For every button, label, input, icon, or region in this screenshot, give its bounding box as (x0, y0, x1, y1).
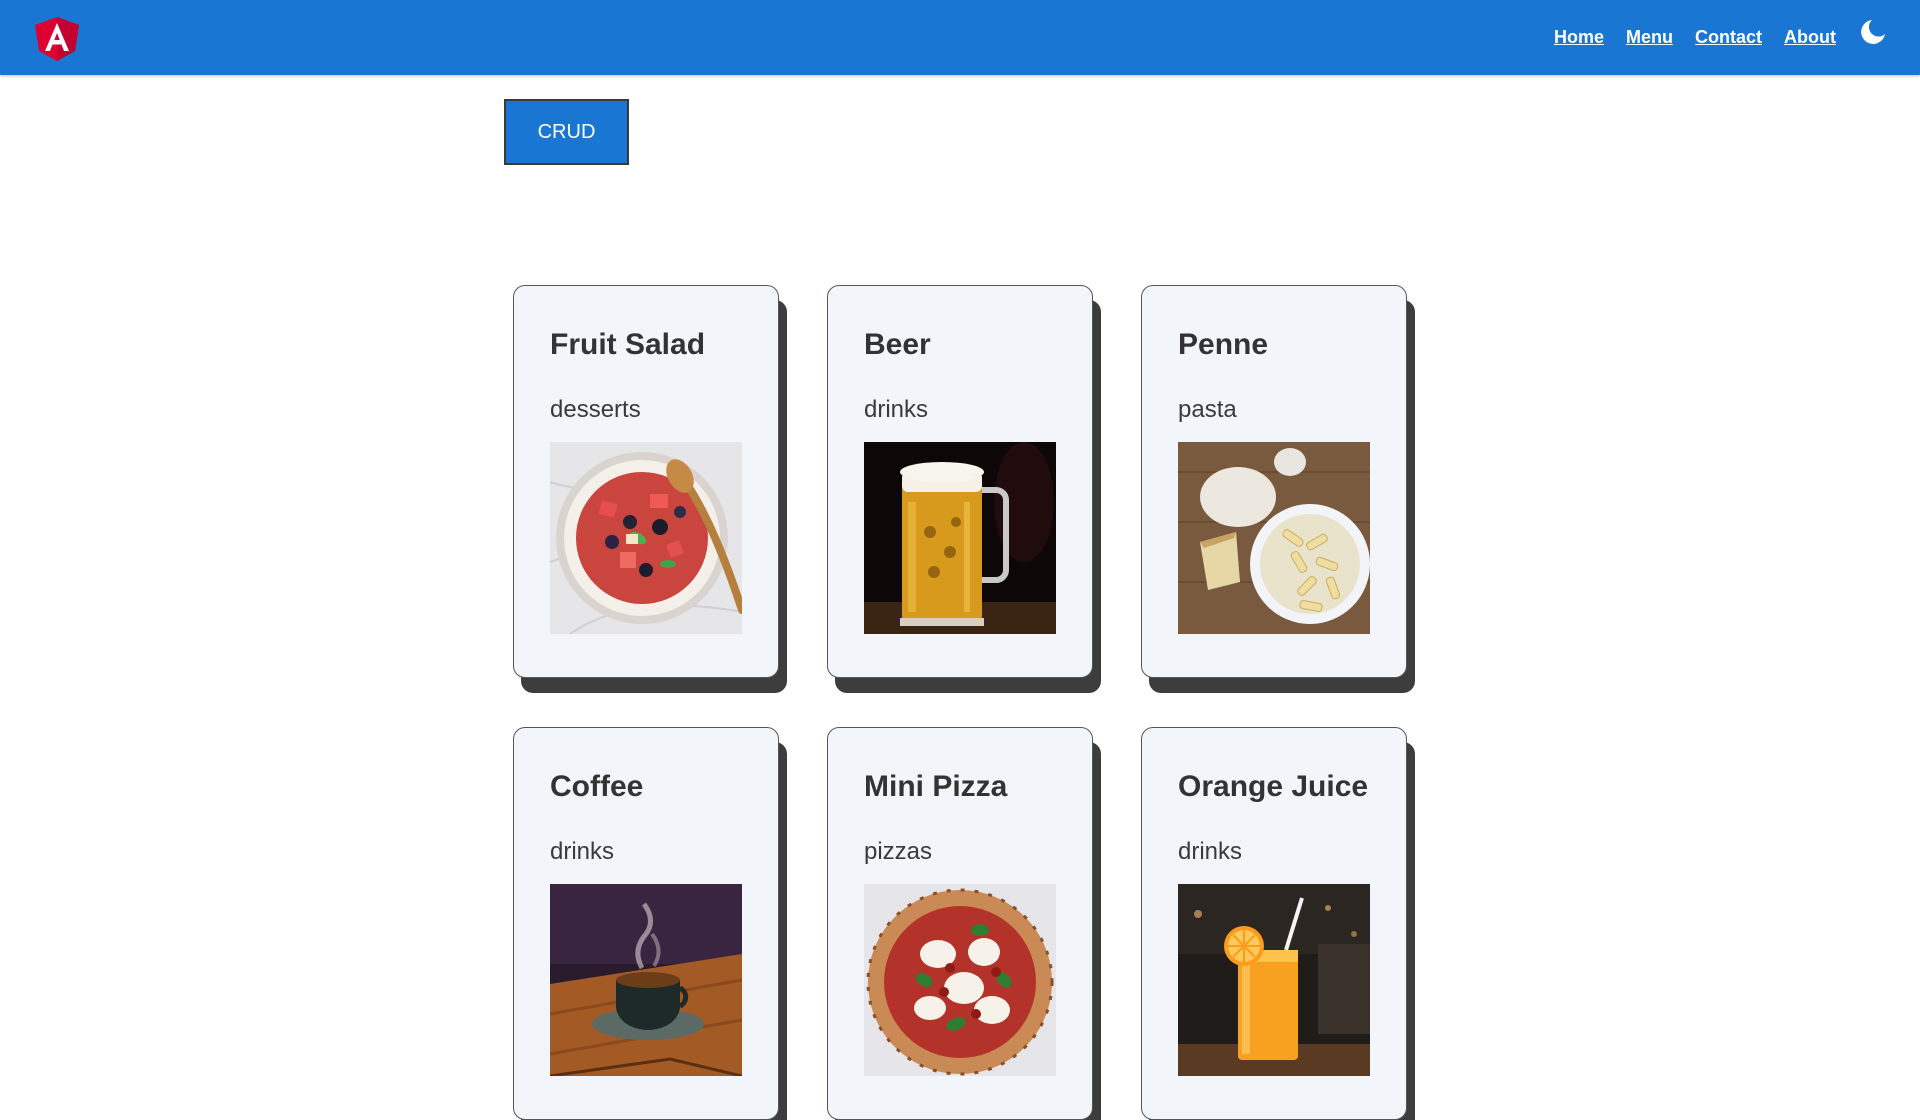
nav-home-link[interactable]: Home (1554, 27, 1604, 48)
moon-icon[interactable] (1858, 17, 1888, 47)
menu-card-orange-juice[interactable]: Orange Juice drinks (1141, 727, 1407, 1120)
card-category: pasta (1178, 396, 1237, 423)
nav-contact-link[interactable]: Contact (1695, 27, 1762, 48)
card-category: desserts (550, 396, 641, 423)
mini-pizza-image (864, 884, 1056, 1076)
fruit-salad-image (550, 442, 742, 634)
card-category: drinks (864, 396, 929, 423)
nav-about-link[interactable]: About (1784, 27, 1836, 48)
coffee-image (550, 884, 742, 1076)
menu-card-mini-pizza[interactable]: Mini Pizza pizzas (827, 727, 1093, 1120)
card-title: Coffee (550, 770, 644, 803)
nav-links: Home Menu Contact About (1554, 0, 1836, 75)
orange-juice-image (1178, 884, 1370, 1076)
card-category: pizzas (864, 838, 933, 865)
menu-card-beer[interactable]: Beer drinks (827, 285, 1093, 678)
top-navbar: Home Menu Contact About (0, 0, 1920, 75)
card-category: drinks (550, 838, 615, 865)
crud-button[interactable]: CRUD (504, 99, 629, 165)
menu-card-penne[interactable]: Penne pasta (1141, 285, 1407, 678)
menu-card-fruit-salad[interactable]: Fruit Salad desserts (513, 285, 779, 678)
card-title: Penne (1178, 328, 1269, 361)
menu-card-grid: Fruit Salad desserts Beer drinks Penne p… (513, 285, 1407, 1120)
penne-image (1178, 442, 1370, 634)
card-category: drinks (1178, 838, 1243, 865)
angular-logo[interactable] (35, 17, 79, 61)
card-title: Fruit Salad (550, 328, 706, 361)
card-title: Beer (864, 328, 931, 361)
beer-image (864, 442, 1056, 634)
card-title: Orange Juice (1178, 770, 1369, 803)
nav-menu-link[interactable]: Menu (1626, 27, 1673, 48)
card-title: Mini Pizza (864, 770, 1008, 803)
menu-card-coffee[interactable]: Coffee drinks (513, 727, 779, 1120)
